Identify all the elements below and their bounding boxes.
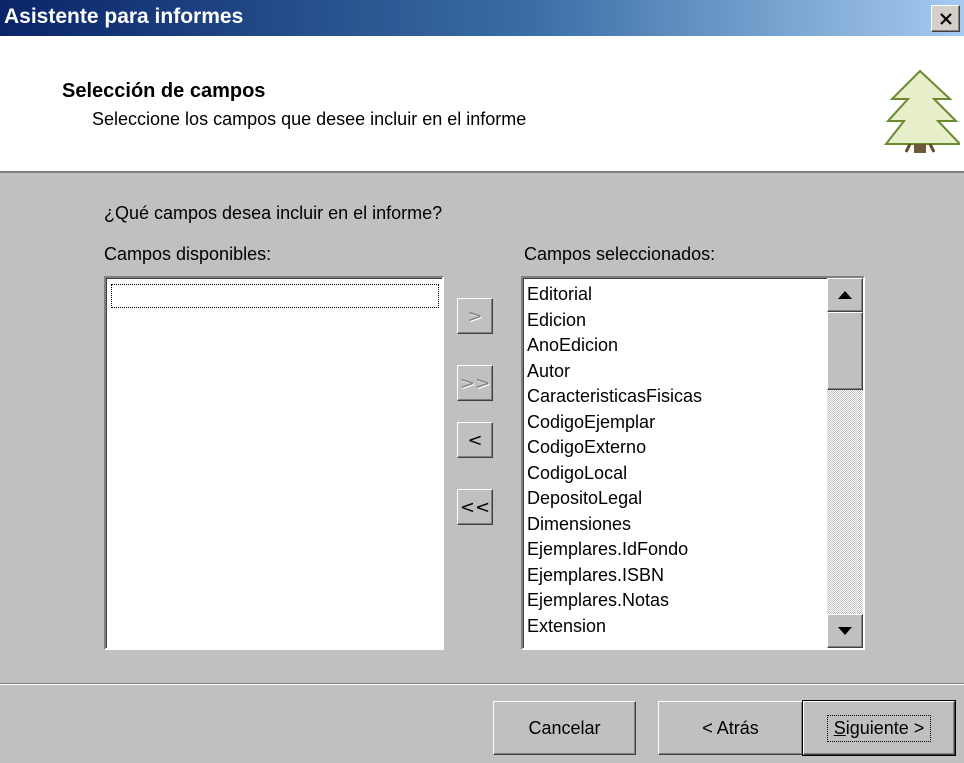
- list-item[interactable]: Editorial: [527, 282, 702, 308]
- wizard-header: Selección de campos Seleccione los campo…: [0, 36, 964, 173]
- footer-separator: [0, 683, 964, 685]
- next-button[interactable]: Siguiente >: [802, 700, 956, 756]
- list-item[interactable]: DepositoLegal: [527, 486, 702, 512]
- fields-question: ¿Qué campos desea incluir en el informe?: [104, 203, 443, 223]
- list-item[interactable]: Autor: [527, 359, 702, 385]
- window-title: Asistente para informes: [4, 5, 244, 28]
- list-item[interactable]: Dimensiones: [527, 512, 702, 538]
- scroll-thumb[interactable]: [827, 312, 863, 390]
- selected-fields-list[interactable]: Editorial Edicion AnoEdicion Autor Caracteri…: [521, 276, 865, 650]
- add-all-fields-button[interactable]: >>: [457, 365, 493, 401]
- list-item[interactable]: Extension: [527, 614, 702, 640]
- add-field-button[interactable]: >: [457, 298, 493, 334]
- vertical-scrollbar[interactable]: [827, 278, 863, 648]
- selected-fields-items: Editorial Edicion AnoEdicion Autor Caracteri…: [527, 282, 702, 639]
- close-button[interactable]: [931, 5, 960, 32]
- arrow-up-icon: [838, 291, 852, 299]
- list-item[interactable]: Ejemplares.Notas: [527, 588, 702, 614]
- remove-field-button[interactable]: <: [457, 422, 493, 458]
- list-item[interactable]: CodigoLocal: [527, 461, 702, 487]
- available-fields-label: Campos disponibles:: [104, 244, 272, 264]
- cancel-button[interactable]: Cancelar: [493, 701, 636, 755]
- scroll-down-button[interactable]: [827, 614, 863, 648]
- tree-icon: [883, 69, 960, 153]
- list-item[interactable]: Ejemplares.IdFondo: [527, 537, 702, 563]
- scroll-up-button[interactable]: [827, 278, 863, 312]
- report-wizard-dialog: Asistente para informes Selección de cam…: [0, 0, 964, 763]
- arrow-down-icon: [838, 627, 852, 635]
- back-button[interactable]: < Atrás: [658, 701, 803, 755]
- selected-fields-label: Campos seleccionados:: [524, 244, 716, 264]
- next-mnemonic: S: [833, 717, 846, 738]
- list-item[interactable]: CodigoExterno: [527, 435, 702, 461]
- list-item[interactable]: Ejemplares.ISBN: [527, 563, 702, 589]
- remove-all-fields-button[interactable]: <<: [457, 489, 493, 525]
- list-item[interactable]: CaracteristicasFisicas: [527, 384, 702, 410]
- list-item[interactable]: CodigoEjemplar: [527, 410, 702, 436]
- list-item[interactable]: Edicion: [527, 308, 702, 334]
- next-label-rest: iguiente >: [845, 717, 925, 738]
- next-button-label: Siguiente >: [826, 714, 932, 742]
- step-subtitle: Seleccione los campos que desee incluir …: [92, 109, 527, 129]
- available-fields-list[interactable]: [104, 276, 444, 650]
- title-bar[interactable]: Asistente para informes: [0, 0, 964, 36]
- list-item[interactable]: AnoEdicion: [527, 333, 702, 359]
- step-title: Selección de campos: [62, 80, 266, 102]
- focus-rectangle: [111, 284, 439, 308]
- close-icon: [939, 12, 952, 25]
